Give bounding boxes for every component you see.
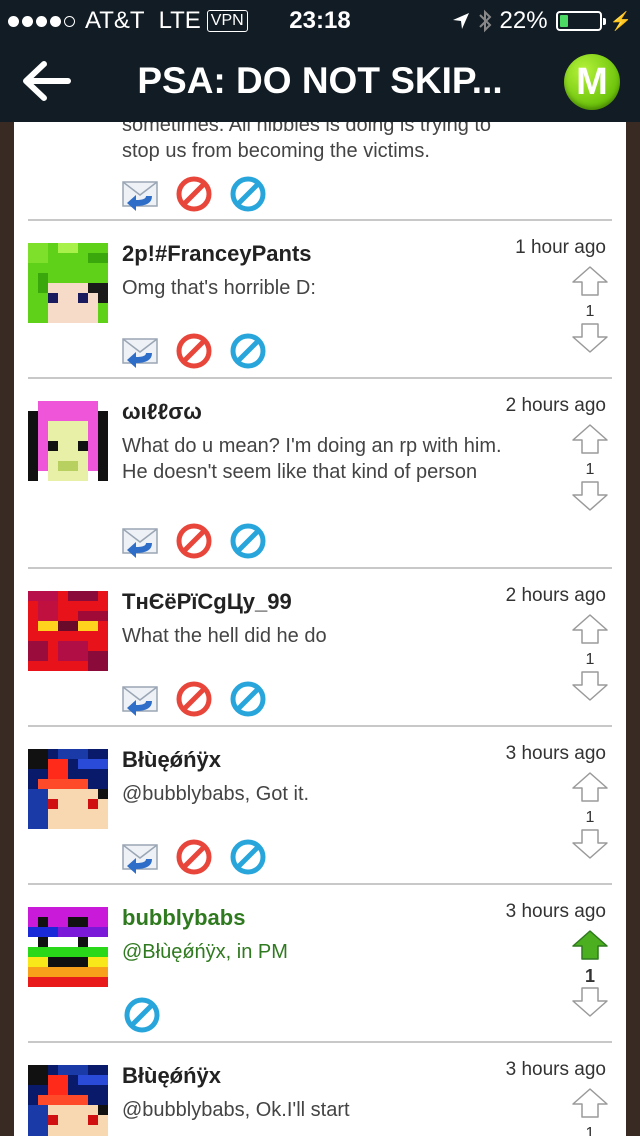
comment-partial: sometimes. All nibbles is doing is tryin…: [14, 122, 626, 218]
comment-list[interactable]: sometimes. All nibbles is doing is tryin…: [14, 122, 626, 1136]
report-icon[interactable]: [176, 681, 212, 717]
block-icon[interactable]: [124, 997, 160, 1033]
vote-count: 1: [584, 966, 595, 986]
comment-timestamp: 2 hours ago: [505, 585, 606, 606]
comment-text: @bubblybabs, Got it.: [122, 783, 310, 805]
arrow-down-icon[interactable]: [570, 322, 610, 354]
reply-mail-icon[interactable]: [122, 681, 158, 717]
vote-control: 1: [570, 613, 610, 707]
comment-username[interactable]: bubblybabs: [122, 905, 245, 931]
charging-bolt-icon: ⚡: [609, 10, 632, 31]
reply-mail-icon[interactable]: [122, 333, 158, 369]
comment-timestamp: 3 hours ago: [505, 1059, 606, 1080]
comment-item: Błùęǿńÿx 3 hours ago @bubblybabs, Got it…: [14, 727, 626, 883]
vote-count: 1: [585, 809, 595, 826]
arrow-up-icon[interactable]: [570, 929, 610, 961]
vote-control: 1: [570, 1087, 610, 1136]
comment-item: Błùęǿńÿx 3 hours ago @bubblybabs, Ok.I'l…: [14, 1043, 626, 1136]
block-icon[interactable]: [230, 333, 266, 369]
reply-mail-icon[interactable]: [122, 176, 158, 212]
comment-actions: [122, 176, 266, 212]
comment-timestamp: 3 hours ago: [505, 901, 606, 922]
comment-actions: [124, 997, 160, 1033]
vote-control: 1: [570, 265, 610, 359]
comment-actions: [122, 333, 266, 369]
reply-mail-icon[interactable]: [122, 839, 158, 875]
report-icon[interactable]: [176, 176, 212, 212]
comment-username[interactable]: Błùęǿńÿx: [122, 747, 221, 773]
comment-username[interactable]: 2p!#FranceyPants: [122, 241, 312, 267]
location-arrow-icon: [452, 13, 469, 29]
block-icon[interactable]: [230, 681, 266, 717]
comment-timestamp: 1 hour ago: [515, 237, 606, 258]
app-logo-button[interactable]: M: [564, 54, 620, 110]
comment-username[interactable]: TнЄëPïCgЦу_99: [122, 589, 292, 615]
comment-text: What the hell did he do: [122, 625, 327, 647]
avatar[interactable]: [28, 907, 108, 987]
avatar[interactable]: [28, 591, 108, 671]
comment-actions: [122, 681, 266, 717]
arrow-up-icon[interactable]: [570, 423, 610, 455]
arrow-up-icon[interactable]: [570, 771, 610, 803]
vote-control: 1: [570, 771, 610, 865]
comment-text: @Błùęǿńÿx, in PM: [122, 941, 288, 963]
battery-icon: [555, 11, 606, 31]
avatar[interactable]: [28, 1065, 108, 1136]
page-title: PSA: DO NOT SKIP...: [137, 60, 503, 101]
vote-count: 1: [585, 461, 595, 478]
comment-timestamp: 2 hours ago: [505, 395, 606, 416]
comment-item: 2p!#FranceyPants 1 hour ago Omg that's h…: [14, 221, 626, 378]
status-bar: AT&T LTE VPN 23:18 22% ⚡: [0, 0, 640, 40]
comment-item: ωιℓℓσω 2 hours ago What do u mean? I'm d…: [14, 379, 626, 567]
report-icon[interactable]: [176, 523, 212, 559]
vote-count: 1: [585, 303, 595, 320]
battery-percent: 22%: [499, 7, 548, 34]
comment-username[interactable]: Błùęǿńÿx: [122, 1063, 221, 1089]
comment-actions: [122, 839, 266, 875]
arrow-down-icon[interactable]: [570, 986, 610, 1018]
block-icon[interactable]: [230, 839, 266, 875]
report-icon[interactable]: [176, 333, 212, 369]
bluetooth-icon: [478, 9, 491, 33]
arrow-down-icon[interactable]: [570, 480, 610, 512]
arrow-down-icon[interactable]: [570, 670, 610, 702]
comment-username[interactable]: ωιℓℓσω: [122, 399, 202, 425]
block-icon[interactable]: [230, 523, 266, 559]
comment-actions: [122, 523, 266, 559]
back-arrow-icon[interactable]: [20, 58, 72, 104]
nav-bar: PSA: DO NOT SKIP... M: [0, 40, 640, 122]
arrow-up-icon[interactable]: [570, 265, 610, 297]
comment-item: bubblybabs 3 hours ago @Błùęǿńÿx, in PM …: [14, 885, 626, 1041]
arrow-up-icon[interactable]: [570, 1087, 610, 1119]
vote-count: 1: [585, 1125, 595, 1136]
avatar[interactable]: [28, 401, 108, 481]
reply-mail-icon[interactable]: [122, 523, 158, 559]
report-icon[interactable]: [176, 839, 212, 875]
comment-text: What do u mean? I'm doing an rp with him…: [122, 435, 502, 483]
comment-text: @bubblybabs, Ok.I'll start: [122, 1099, 350, 1121]
avatar[interactable]: [28, 243, 108, 323]
arrow-up-icon[interactable]: [570, 613, 610, 645]
vote-control: 1: [570, 423, 610, 517]
vote-count: 1: [585, 651, 595, 668]
vote-control: 1: [570, 929, 610, 1023]
block-icon[interactable]: [230, 176, 266, 212]
comment-timestamp: 3 hours ago: [505, 743, 606, 764]
comment-text: sometimes. All nibbles is doing is tryin…: [122, 122, 492, 162]
comment-text: Omg that's horrible D:: [122, 277, 316, 299]
comment-item: TнЄëPïCgЦу_99 2 hours ago What the hell …: [14, 569, 626, 725]
avatar[interactable]: [28, 749, 108, 829]
arrow-down-icon[interactable]: [570, 828, 610, 860]
